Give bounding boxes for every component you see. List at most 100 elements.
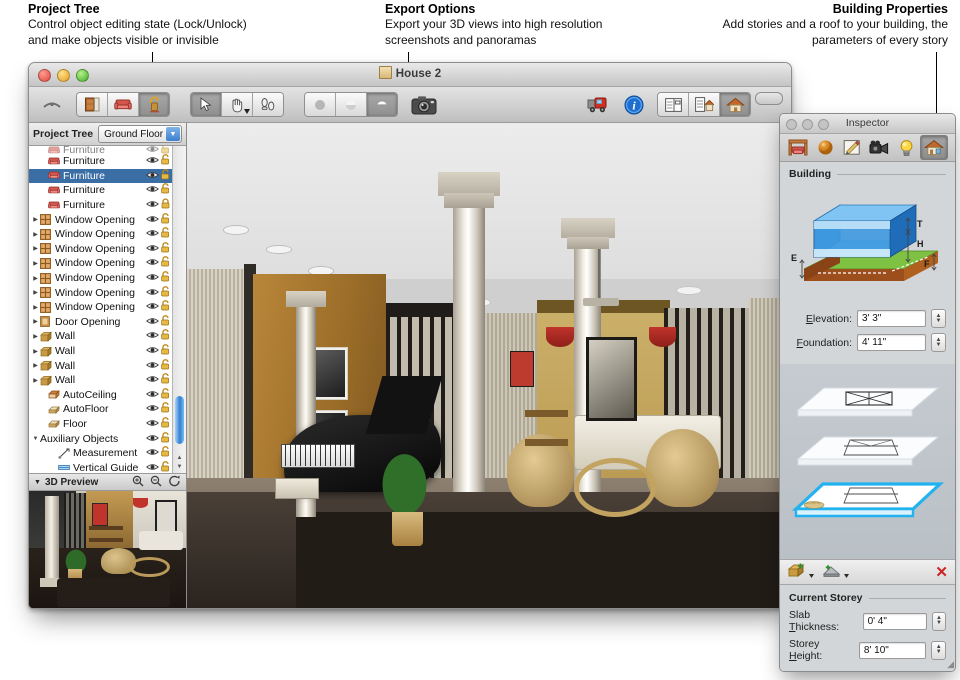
lock-toggle[interactable] — [159, 387, 172, 402]
add-roof-button[interactable] — [822, 562, 849, 582]
slab-thickness-stepper[interactable]: ▲ ▼ — [931, 611, 946, 631]
preview-3d-thumbnail[interactable] — [29, 491, 186, 608]
tb-transport[interactable] — [581, 92, 613, 118]
storey-ground[interactable] — [788, 478, 947, 521]
disclosure-expanded-icon[interactable]: ▼ — [31, 436, 40, 442]
elevation-field[interactable]: 3' 3" — [857, 310, 926, 327]
storey-list[interactable] — [780, 364, 955, 559]
project-tree-scrollbar[interactable]: ▲ ▼ — [172, 146, 186, 473]
tree-item-furniture[interactable]: Furniture — [29, 198, 172, 213]
preview-rotate[interactable] — [168, 475, 181, 490]
inspector-title-bar[interactable]: Inspector — [780, 114, 955, 134]
tab-light[interactable] — [893, 136, 919, 159]
tb-select-tool[interactable] — [191, 93, 222, 116]
lock-toggle[interactable] — [159, 344, 172, 358]
tree-item-autofloor[interactable]: AutoFloor — [29, 402, 172, 417]
window-title-bar[interactable]: House 2 — [29, 63, 791, 87]
project-tree-list[interactable]: Furniture Furniture Furniture Furniture Furn… — [29, 146, 172, 473]
tb-smooth-shading[interactable] — [336, 93, 367, 116]
tree-item-autoceiling[interactable]: AutoCeiling — [29, 387, 172, 403]
lock-toggle[interactable] — [159, 271, 172, 285]
visibility-toggle[interactable] — [146, 375, 159, 385]
disclosure-collapsed-icon[interactable]: ▶ — [31, 348, 40, 355]
storey-height-stepper[interactable]: ▲ ▼ — [931, 640, 946, 660]
visibility-toggle[interactable] — [146, 229, 159, 239]
tab-building[interactable] — [920, 135, 948, 160]
tree-item-window-opening[interactable]: ▶ Window Opening — [29, 212, 172, 227]
tree-item-window-opening[interactable]: ▶ Window Opening — [29, 285, 172, 300]
tree-item-window-opening[interactable]: ▶ Window Opening — [29, 256, 172, 271]
disclosure-collapsed-icon[interactable]: ▶ — [31, 289, 40, 296]
lock-toggle[interactable] — [159, 241, 172, 256]
foundation-field[interactable]: 4' 11" — [857, 334, 926, 351]
lock-toggle[interactable] — [159, 431, 172, 446]
lock-toggle[interactable] — [159, 168, 172, 183]
tb-pan-tool[interactable] — [222, 93, 253, 116]
visibility-toggle[interactable] — [146, 273, 159, 283]
scroll-down-arrow[interactable]: ▼ — [176, 464, 183, 470]
visibility-toggle[interactable] — [146, 463, 159, 473]
tree-item-furniture[interactable]: Furniture — [29, 146, 172, 154]
lock-toggle[interactable] — [159, 314, 172, 329]
visibility-toggle[interactable] — [146, 171, 159, 181]
lock-toggle[interactable] — [159, 300, 172, 314]
tree-item-window-opening[interactable]: ▶ Window Opening — [29, 227, 172, 242]
visibility-toggle[interactable] — [146, 361, 159, 371]
disclosure-collapsed-icon[interactable]: ▶ — [31, 245, 40, 252]
lock-toggle[interactable] — [159, 198, 172, 212]
tb-lock-unlock[interactable] — [139, 93, 169, 116]
lock-toggle[interactable] — [159, 227, 172, 241]
tree-item-window-opening[interactable]: ▶ Window Opening — [29, 241, 172, 257]
disclosure-collapsed-icon[interactable]: ▶ — [31, 216, 40, 223]
lock-toggle[interactable] — [159, 358, 172, 373]
visibility-toggle[interactable] — [146, 404, 159, 414]
visibility-toggle[interactable] — [146, 288, 159, 298]
tb-flat-shading[interactable] — [305, 93, 336, 116]
tree-item-door-opening[interactable]: ▶ Door Opening — [29, 314, 172, 330]
floor-dropdown[interactable]: Ground Floor ▼ — [98, 125, 182, 143]
viewport-3d[interactable] — [187, 123, 791, 608]
tree-item-furniture[interactable]: Furniture — [29, 183, 172, 198]
disclosure-collapsed-icon[interactable]: ▶ — [31, 304, 40, 311]
slab-thickness-field[interactable]: 0' 4" — [862, 612, 927, 630]
tb-furniture-object[interactable] — [108, 93, 139, 116]
tab-camera[interactable] — [866, 136, 892, 159]
visibility-toggle[interactable] — [146, 185, 159, 195]
tree-item-wall[interactable]: ▶ Wall — [29, 344, 172, 359]
tb-layout-split[interactable] — [689, 93, 720, 116]
tree-item-wall[interactable]: ▶ Wall — [29, 358, 172, 373]
tb-realistic-shading[interactable] — [367, 93, 397, 116]
add-storey-button[interactable] — [787, 562, 814, 582]
scroll-up-arrow[interactable]: ▲ — [176, 455, 183, 461]
disclosure-collapsed-icon[interactable]: ▶ — [31, 318, 40, 325]
preview-panel-header[interactable]: ▼ 3D Preview — [29, 473, 186, 491]
visibility-toggle[interactable] — [146, 390, 159, 400]
tb-walk-tool[interactable] — [253, 93, 283, 116]
disclosure-collapsed-icon[interactable]: ▶ — [31, 377, 40, 384]
inspector-resize-grip-icon[interactable]: ◢ — [947, 659, 954, 670]
visibility-toggle[interactable] — [146, 434, 159, 444]
storey-upper[interactable] — [788, 429, 947, 472]
lock-toggle[interactable] — [159, 373, 172, 387]
disclosure-collapsed-icon[interactable]: ▶ — [31, 260, 40, 267]
visibility-toggle[interactable] — [146, 302, 159, 312]
visibility-toggle[interactable] — [146, 146, 159, 154]
tree-item-floor[interactable]: Floor — [29, 417, 172, 432]
elevation-stepper[interactable]: ▲ ▼ — [931, 309, 946, 328]
disclosure-collapsed-icon[interactable]: ▶ — [31, 275, 40, 282]
lock-toggle[interactable] — [159, 154, 172, 168]
tab-edit[interactable] — [839, 136, 865, 159]
tab-material[interactable] — [812, 136, 838, 159]
tree-item-wall[interactable]: ▶ Wall — [29, 373, 172, 388]
tb-layout-2d[interactable] — [658, 93, 689, 116]
visibility-toggle[interactable] — [146, 244, 159, 254]
visibility-toggle[interactable] — [146, 346, 159, 356]
preview-zoom-out[interactable] — [150, 475, 162, 490]
delete-storey-button[interactable]: ✕ — [935, 565, 948, 580]
visibility-toggle[interactable] — [146, 331, 159, 341]
tree-item-window-opening[interactable]: ▶ Window Opening — [29, 300, 172, 315]
storey-height-field[interactable]: 8' 10" — [858, 641, 927, 659]
disclosure-collapsed-icon[interactable]: ▶ — [31, 362, 40, 369]
lock-toggle[interactable] — [159, 256, 172, 270]
visibility-toggle[interactable] — [146, 156, 159, 166]
